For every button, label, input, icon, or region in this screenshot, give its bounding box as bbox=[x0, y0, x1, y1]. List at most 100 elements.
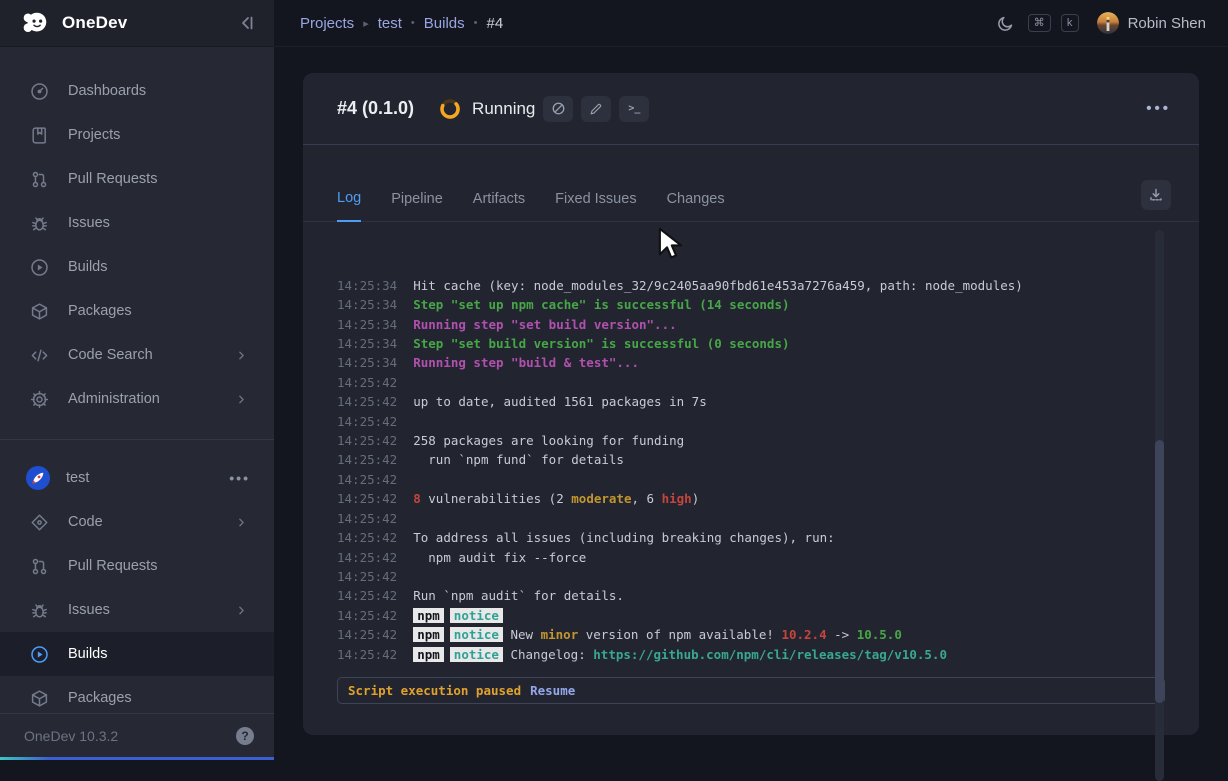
log-message: Step "set build version" is successful (… bbox=[413, 334, 789, 353]
sidebar-item-dashboards[interactable]: Dashboards bbox=[0, 69, 274, 113]
sidebar-footer: OneDev 10.3.2 ? bbox=[0, 713, 274, 757]
sidebar-item-issues[interactable]: Issues bbox=[0, 201, 274, 245]
log-scrollbar-thumb[interactable] bbox=[1155, 440, 1164, 703]
log-text-segment: 8 bbox=[413, 491, 421, 506]
log-line: 14:25:42 bbox=[337, 412, 1165, 431]
build-more-icon[interactable]: ••• bbox=[1146, 100, 1171, 117]
log-text-segment: high bbox=[662, 491, 692, 506]
package-icon bbox=[30, 689, 49, 708]
log-timestamp: 14:25:42 bbox=[337, 567, 397, 586]
sidebar-collapse-icon[interactable] bbox=[238, 14, 256, 32]
download-log-button[interactable] bbox=[1141, 180, 1171, 210]
sidebar-item-code[interactable]: Code bbox=[0, 500, 274, 544]
tab-log[interactable]: Log bbox=[337, 190, 361, 222]
log-line: 14:25:42 bbox=[337, 567, 1165, 586]
log-line: 14:25:42 bbox=[337, 373, 1165, 392]
npm-badge: npm bbox=[413, 647, 444, 662]
log-timestamp: 14:25:42 bbox=[337, 489, 397, 508]
npm-badge: npm bbox=[413, 627, 444, 642]
log-timestamp: 14:25:42 bbox=[337, 509, 397, 528]
log-message: Step "set up npm cache" is successful (1… bbox=[413, 295, 789, 314]
breadcrumb-projects[interactable]: Projects bbox=[300, 15, 354, 32]
log-text-segment: minor bbox=[541, 627, 579, 642]
sidebar-item-label: Dashboards bbox=[68, 83, 146, 99]
tab-artifacts[interactable]: Artifacts bbox=[473, 191, 525, 221]
log-line: 14:25:34 Running step "build & test"... bbox=[337, 353, 1165, 372]
user-menu[interactable]: Robin Shen bbox=[1097, 12, 1206, 34]
log-message: 258 packages are looking for funding bbox=[413, 431, 684, 450]
log-message: npm notice bbox=[413, 606, 503, 625]
log-message: Running step "set build version"... bbox=[413, 315, 676, 334]
package-icon bbox=[30, 302, 49, 321]
sidebar-item-packages[interactable]: Packages bbox=[0, 289, 274, 333]
log-text-segment: -> bbox=[827, 627, 857, 642]
tab-changes[interactable]: Changes bbox=[667, 191, 725, 221]
sidebar-item-label: Issues bbox=[68, 602, 110, 618]
help-icon[interactable]: ? bbox=[236, 727, 254, 745]
log-text-segment: Changelog: bbox=[503, 647, 593, 662]
log-timestamp: 14:25:42 bbox=[337, 431, 397, 450]
notice-badge: notice bbox=[450, 608, 503, 623]
bug-icon bbox=[30, 601, 49, 620]
npm-badge: npm bbox=[413, 608, 444, 623]
breadcrumb-build-4: #4 bbox=[486, 15, 503, 32]
sidebar-project-row[interactable]: test ••• bbox=[0, 456, 274, 500]
log-line: 14:25:34Step "set build version" is succ… bbox=[337, 334, 1165, 353]
chevron-right-icon bbox=[235, 516, 248, 529]
log-timestamp: 14:25:42 bbox=[337, 450, 397, 469]
project-more-icon[interactable]: ••• bbox=[229, 470, 250, 486]
terminal-button[interactable]: >_ bbox=[619, 96, 649, 122]
user-avatar bbox=[1097, 12, 1119, 34]
play-circle-icon bbox=[30, 258, 49, 277]
log-scrollbar-track[interactable] bbox=[1155, 230, 1164, 781]
breadcrumb-builds[interactable]: Builds bbox=[424, 15, 465, 32]
sidebar-item-projects[interactable]: Projects bbox=[0, 113, 274, 157]
sidebar-item-builds[interactable]: Builds bbox=[0, 245, 274, 289]
notice-badge: notice bbox=[450, 627, 503, 642]
log-line: 14:25:42 run `npm fund` for details bbox=[337, 450, 1165, 469]
breadcrumb-test[interactable]: test bbox=[378, 15, 402, 32]
sidebar-project-nav: CodePull RequestsIssuesBuildsPackages bbox=[0, 500, 274, 720]
log-line: 14:25:42npmnotice New minor version of n… bbox=[337, 625, 1165, 644]
log-line: 14:25:42 bbox=[337, 509, 1165, 528]
log-text-segment: https://github.com/npm/cli/releases/tag/… bbox=[593, 647, 947, 662]
tab-fixed-issues[interactable]: Fixed Issues bbox=[555, 191, 636, 221]
sidebar-item-label: Administration bbox=[68, 391, 160, 407]
log-message: Running step "build & test"... bbox=[413, 353, 639, 372]
log-text-segment: 258 packages are looking for funding bbox=[413, 433, 684, 448]
resume-link[interactable]: Resume bbox=[530, 683, 575, 698]
topbar: Projects▸test•Builds•#4 ⌘ k bbox=[274, 0, 1228, 47]
sidebar-item-issues[interactable]: Issues bbox=[0, 588, 274, 632]
log-text-segment: , 6 bbox=[631, 491, 661, 506]
log-line: 14:25:34Step "set up npm cache" is succe… bbox=[337, 295, 1165, 314]
cancel-build-button[interactable] bbox=[543, 96, 573, 122]
sidebar-item-label: Builds bbox=[68, 259, 108, 275]
sidebar-item-code-search[interactable]: Code Search bbox=[0, 333, 274, 377]
running-spinner-icon bbox=[438, 97, 462, 121]
sidebar-item-label: Projects bbox=[68, 127, 120, 143]
edit-build-button[interactable] bbox=[581, 96, 611, 122]
tab-pipeline[interactable]: Pipeline bbox=[391, 191, 443, 221]
dark-mode-moon-icon[interactable] bbox=[997, 15, 1014, 32]
log-text-segment: version of npm available! bbox=[578, 627, 781, 642]
sidebar-item-label: Pull Requests bbox=[68, 171, 157, 187]
user-name: Robin Shen bbox=[1128, 15, 1206, 32]
shortcut-k-key: k bbox=[1061, 14, 1079, 32]
chevron-right-icon bbox=[235, 604, 248, 617]
log-line: 14:25:42Run `npm audit` for details. bbox=[337, 586, 1165, 605]
log-text-segment: 10.5.0 bbox=[857, 627, 902, 642]
sidebar-item-pull-requests[interactable]: Pull Requests bbox=[0, 544, 274, 588]
sidebar-item-administration[interactable]: Administration bbox=[0, 377, 274, 421]
log-timestamp: 14:25:34 bbox=[337, 353, 397, 372]
log-line: 14:25:42 npm audit fix --force bbox=[337, 548, 1165, 567]
shortcut-cmd-key: ⌘ bbox=[1028, 14, 1051, 32]
log-text-segment: Hit cache (key: node_modules_32/9c2405aa… bbox=[413, 278, 1023, 293]
sidebar: OneDev DashboardsProjectsPull RequestsIs… bbox=[0, 0, 274, 760]
onedev-logo-icon bbox=[20, 8, 50, 38]
log-message: npmnotice Changelog: https://github.com/… bbox=[413, 645, 947, 664]
sidebar-item-pull-requests[interactable]: Pull Requests bbox=[0, 157, 274, 201]
build-log[interactable]: 14:25:34 Hit cache (key: node_modules_32/… bbox=[303, 243, 1199, 664]
code-search-icon bbox=[30, 346, 49, 365]
log-text-segment: Step "set build version" is successful (… bbox=[413, 336, 789, 351]
sidebar-item-builds[interactable]: Builds bbox=[0, 632, 274, 676]
